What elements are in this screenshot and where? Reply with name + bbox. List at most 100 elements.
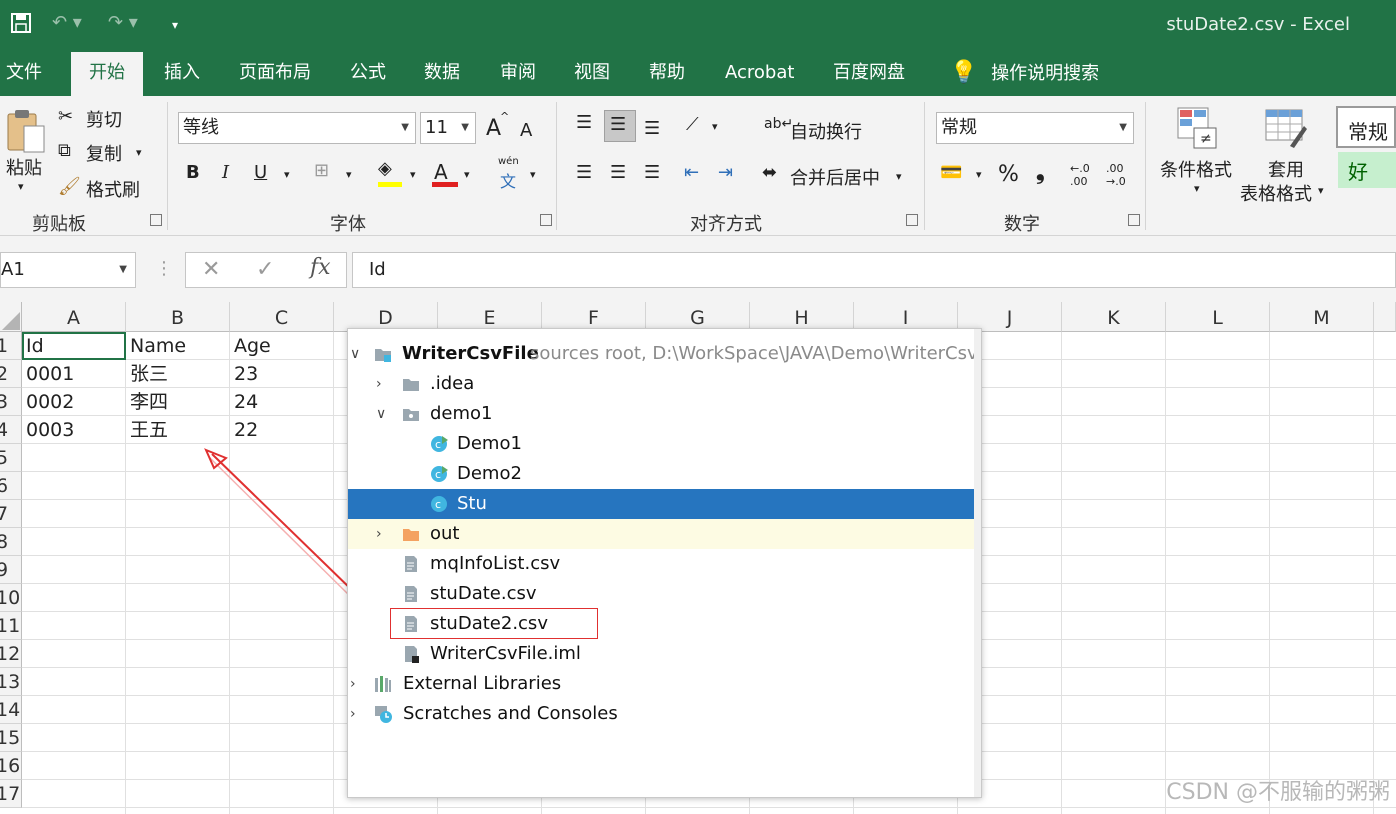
conditional-format-button[interactable]: 条件格式 <box>1160 156 1232 182</box>
row-header[interactable]: 8 <box>0 528 22 556</box>
align-left-icon[interactable]: ☰ <box>576 162 592 183</box>
cell-c4[interactable]: 22 <box>230 416 258 444</box>
chevron-down-icon[interactable]: ∨ <box>376 399 386 429</box>
cell-c1[interactable]: Age <box>230 332 271 360</box>
style-normal[interactable]: 常规 <box>1336 106 1396 148</box>
style-good[interactable]: 好 <box>1338 152 1396 188</box>
increase-decimal-icon[interactable]: ←.0.00 <box>1070 162 1090 188</box>
tree-row-idea[interactable]: › .idea <box>348 369 975 399</box>
row-header[interactable]: 14 <box>0 696 22 724</box>
chevron-right-icon[interactable]: › <box>350 669 356 699</box>
number-format-select[interactable]: 常规 ▼ <box>936 112 1134 144</box>
cell-c2[interactable]: 23 <box>230 360 258 388</box>
row-header[interactable]: 13 <box>0 668 22 696</box>
row-header[interactable]: 5 <box>0 444 22 472</box>
conditional-format-icon[interactable]: ≠ <box>1176 106 1218 150</box>
save-icon[interactable] <box>10 12 32 39</box>
insert-function-button[interactable]: fx <box>310 255 331 280</box>
tab-view[interactable]: 视图 <box>568 50 616 96</box>
row-header[interactable]: 3 <box>0 388 22 416</box>
percent-style-button[interactable]: % <box>998 162 1019 187</box>
tree-row-root[interactable]: ∨ WriterCsvFile sources root, D:\WorkSpa… <box>348 339 981 369</box>
tree-row-scratches[interactable]: › Scratches and Consoles <box>348 699 975 729</box>
copy-dropdown-icon[interactable]: ▾ <box>136 146 142 159</box>
row-header[interactable]: 17 <box>0 780 22 808</box>
wrap-text-button[interactable]: 自动换行 <box>790 118 862 144</box>
row-header[interactable]: 1 <box>0 332 22 360</box>
cut-button[interactable]: 剪切 <box>86 106 122 132</box>
clipboard-launcher-icon[interactable] <box>150 214 162 226</box>
row-header[interactable]: 11 <box>0 612 22 640</box>
font-name-select[interactable]: 等线 ▼ <box>178 112 416 144</box>
tab-insert[interactable]: 插入 <box>158 50 206 96</box>
accounting-dropdown-icon[interactable]: ▾ <box>976 168 982 181</box>
border-icon[interactable]: ⊞ <box>314 160 329 181</box>
underline-dropdown-icon[interactable]: ▾ <box>284 168 290 181</box>
tree-row-demo1-class[interactable]: c Demo1 <box>348 429 975 459</box>
cell-b3[interactable]: 李四 <box>126 388 168 416</box>
align-top-icon[interactable]: ☰ <box>576 112 592 133</box>
underline-button[interactable]: U <box>254 162 267 183</box>
align-center-icon[interactable]: ☰ <box>610 162 626 183</box>
cell-b2[interactable]: 张三 <box>126 360 168 388</box>
shrink-font-button[interactable]: A <box>520 120 532 141</box>
bold-button[interactable]: B <box>186 162 200 183</box>
tree-row-external-libraries[interactable]: › External Libraries <box>348 669 975 699</box>
customize-qat-icon[interactable]: ▾ <box>172 18 178 32</box>
cell-a3[interactable]: 0002 <box>22 388 74 416</box>
chevron-right-icon[interactable]: › <box>376 519 382 549</box>
merge-dropdown-icon[interactable]: ▾ <box>896 170 902 183</box>
format-painter-button[interactable]: 格式刷 <box>86 176 140 202</box>
cell-b4[interactable]: 王五 <box>126 416 168 444</box>
tab-review[interactable]: 审阅 <box>494 50 542 96</box>
font-launcher-icon[interactable] <box>540 214 552 226</box>
decrease-indent-icon[interactable]: ⇤ <box>684 162 699 183</box>
number-launcher-icon[interactable] <box>1128 214 1140 226</box>
format-as-table-dropdown-icon[interactable]: ▾ <box>1318 184 1324 197</box>
row-header[interactable]: 16 <box>0 752 22 780</box>
row-header[interactable]: 2 <box>0 360 22 388</box>
row-header[interactable]: 12 <box>0 640 22 668</box>
cell-a4[interactable]: 0003 <box>22 416 74 444</box>
grow-font-button[interactable]: A <box>486 116 501 141</box>
font-color-dropdown-icon[interactable]: ▾ <box>464 168 470 181</box>
row-header[interactable]: 6 <box>0 472 22 500</box>
select-all-corner[interactable] <box>0 302 22 332</box>
increase-indent-icon[interactable]: ⇥ <box>718 162 733 183</box>
column-header[interactable]: L <box>1166 302 1270 332</box>
format-as-table-label-1[interactable]: 套用 <box>1268 156 1304 182</box>
chevron-down-icon[interactable]: ∨ <box>350 339 360 369</box>
tree-row-out[interactable]: › out <box>348 519 975 549</box>
tree-scrollbar[interactable] <box>974 329 981 797</box>
border-dropdown-icon[interactable]: ▾ <box>346 168 352 181</box>
font-color-button[interactable]: A <box>434 160 448 184</box>
tree-row-file2[interactable]: stuDate.csv <box>348 579 975 609</box>
row-header[interactable]: 4 <box>0 416 22 444</box>
paste-button[interactable]: 粘贴 <box>6 154 42 180</box>
name-box[interactable]: A1 ▼ <box>0 252 136 288</box>
paste-dropdown-icon[interactable]: ▾ <box>18 180 24 193</box>
font-size-select[interactable]: 11 ▼ <box>420 112 476 144</box>
tab-home[interactable]: 开始 <box>71 52 143 96</box>
phonetic-dropdown-icon[interactable]: ▾ <box>530 168 536 181</box>
tree-row-file4[interactable]: WriterCsvFile.iml <box>348 639 975 669</box>
chevron-right-icon[interactable]: › <box>376 369 382 399</box>
tab-acrobat[interactable]: Acrobat <box>719 50 800 96</box>
redo-icon[interactable]: ↷ ▾ <box>108 12 138 33</box>
tab-data[interactable]: 数据 <box>418 50 466 96</box>
accounting-format-icon[interactable]: 💳 <box>940 162 962 183</box>
tree-row-demo2-class[interactable]: c Demo2 <box>348 459 975 489</box>
column-header[interactable]: M <box>1270 302 1374 332</box>
tree-row-stu-class[interactable]: c Stu <box>348 489 975 519</box>
merge-center-button[interactable]: 合并后居中 <box>790 164 880 190</box>
tree-row-file1[interactable]: mqInfoList.csv <box>348 549 975 579</box>
cell-a1[interactable]: Id <box>22 332 44 360</box>
comma-style-button[interactable]: ❟ <box>1036 160 1045 185</box>
formula-input[interactable]: Id <box>352 252 1396 288</box>
align-bottom-icon[interactable]: ☰ <box>644 118 660 139</box>
copy-button[interactable]: 复制 <box>86 140 122 166</box>
column-header[interactable]: C <box>230 302 334 332</box>
format-as-table-icon[interactable] <box>1264 106 1308 150</box>
cancel-icon[interactable]: ✕ <box>202 257 220 282</box>
fill-color-icon[interactable]: ◈ <box>378 158 392 179</box>
